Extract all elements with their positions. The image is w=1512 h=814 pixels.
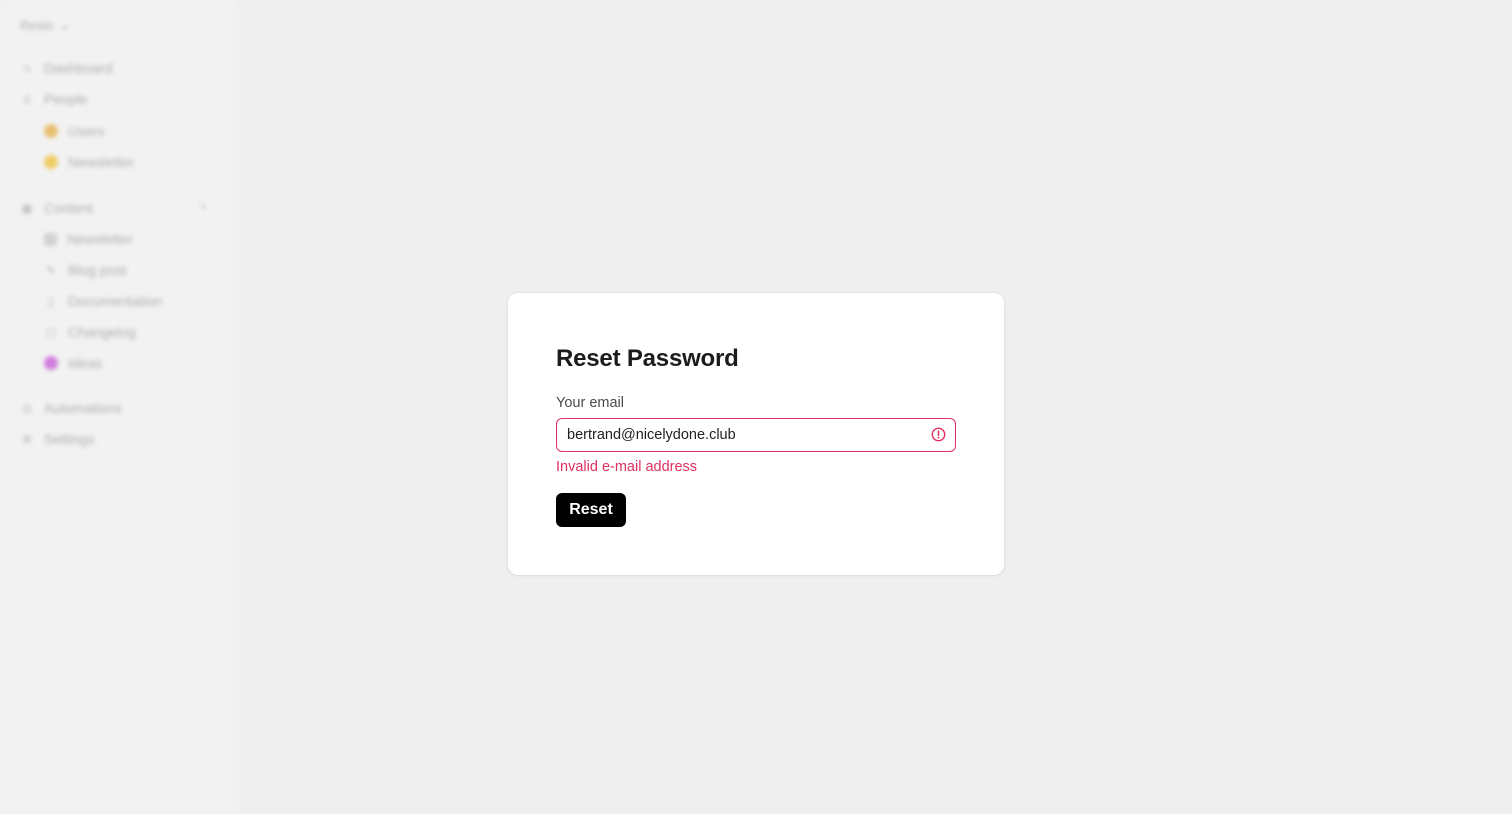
sidebar-item-dashboard[interactable]: ∿ Dashboard [20,58,113,78]
dashboard-icon: ∿ [22,62,32,75]
chevron-down-icon: ⌄ [59,17,71,32]
sidebar-item-label: Newsletter [67,231,134,247]
workspace-switcher[interactable]: Resin ⌄ [20,17,70,33]
automation-icon: ◎ [22,402,32,415]
sidebar: Resin ⌄ ∿ Dashboard ♙ People Users Newsl… [0,0,236,814]
error-icon [931,427,946,442]
gear-icon: ⚙ [22,433,32,446]
document-icon: ▯ [47,295,55,308]
sidebar-item-newsletter-people[interactable]: Newsletter [44,152,134,172]
sidebar-item-label: Ideas [68,355,103,371]
sidebar-item-label: Users [68,123,105,139]
newsletter-emoji-icon [44,155,58,169]
email-label: Your email [556,395,624,411]
sidebar-item-changelog[interactable]: ▢ Changelog [44,322,136,342]
pen-icon: ✎ [46,264,56,277]
sidebar-item-people[interactable]: ♙ People [20,89,88,109]
sidebar-item-blog-post[interactable]: ✎ Blog post [44,260,126,280]
sidebar-item-label: Dashboard [44,60,113,76]
person-icon: ♙ [22,93,32,106]
sidebar-item-ideas[interactable]: Ideas [44,353,102,373]
email-field[interactable] [557,419,955,451]
calendar-icon: ▢ [45,326,57,339]
grid-icon [44,232,57,246]
sidebar-item-documentation[interactable]: ▯ Documentation [44,291,162,311]
sidebar-item-label: Changelog [68,324,136,340]
email-field-wrapper [556,418,956,452]
sidebar-item-label: Newsletter [68,154,135,170]
add-icon[interactable]: + [200,201,206,213]
content-icon: ▦ [21,202,33,215]
sidebar-item-automations[interactable]: ◎ Automations [20,398,122,418]
sidebar-item-users[interactable]: Users [44,121,105,141]
sidebar-item-label: People [44,91,88,107]
sidebar-item-label: Content [44,200,94,216]
users-emoji-icon [44,124,58,138]
email-error-message: Invalid e-mail address [556,459,698,475]
sidebar-item-label: Documentation [68,293,163,309]
sidebar-item-newsletter-content[interactable]: Newsletter [44,229,133,249]
sidebar-item-settings[interactable]: ⚙ Settings [20,429,95,449]
reset-button[interactable]: Reset [556,493,626,527]
sidebar-item-label: Settings [44,431,95,447]
sidebar-item-content[interactable]: ▦ Content [20,198,93,218]
sidebar-item-label: Blog post [68,262,127,278]
workspace-name: Resin [20,17,54,33]
sidebar-item-label: Automations [44,400,122,416]
ideas-emoji-icon [44,356,58,370]
dialog-title: Reset Password [556,345,739,372]
reset-password-dialog: Reset Password Your email Invalid e-mail… [508,293,1004,575]
